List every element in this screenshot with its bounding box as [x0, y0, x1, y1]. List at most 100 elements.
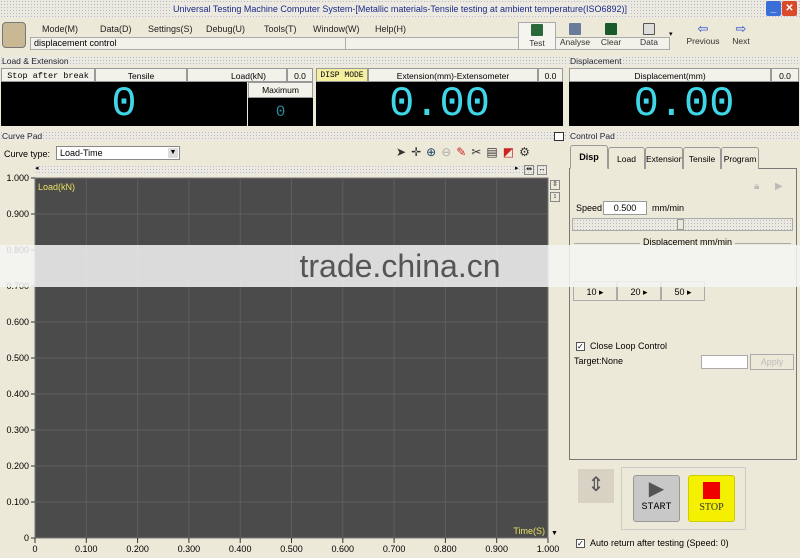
chart-toolbar: ➤✛⊕⊖✎✂▤◩⚙	[396, 145, 535, 159]
disp-mode-badge[interactable]: DISP MODE	[316, 68, 368, 82]
crosshair-icon[interactable]: ✛	[411, 145, 426, 159]
x-tick-label: 0.800	[434, 544, 457, 554]
load-time-chart: 0 0.100 0.200 0.300 0.400 0.500 0.600 0.700 0.80…	[6, 173, 560, 554]
x-axis-label: Time(S)	[513, 526, 545, 536]
displacement-display: 0.00	[569, 82, 799, 126]
extension-display: 0.00	[316, 82, 563, 126]
y-tick-label: 0	[24, 533, 29, 543]
pen-icon[interactable]: ✎	[456, 145, 471, 159]
arrow-left-icon: ⇦	[697, 21, 709, 36]
target-label: Target:None	[574, 356, 624, 366]
curve-type-label: Curve type:	[4, 149, 51, 159]
x-tick-label: 0.600	[332, 544, 355, 554]
menu-tools[interactable]: Tools(T)	[264, 22, 297, 36]
x-tick-label: 0.700	[383, 544, 406, 554]
jog-updown-button[interactable]: ⇕	[578, 469, 614, 503]
auto-return-label: Auto return after testing (Speed: 0)	[590, 538, 729, 548]
displacement-small-value: 0.0	[771, 68, 799, 82]
chart-icon[interactable]: ◩	[503, 145, 519, 159]
menu-help[interactable]: Help(H)	[375, 22, 406, 36]
print-icon[interactable]: ▤	[486, 145, 502, 159]
x-tick-label: 0.100	[75, 544, 98, 554]
app-logo-icon	[2, 22, 26, 48]
zoom-in-icon[interactable]: ⊕	[426, 145, 441, 159]
maximum-display: 0	[248, 98, 313, 126]
title-bar: Universal Testing Machine Computer Syste…	[0, 0, 800, 18]
auto-return-checkbox[interactable]: ✓	[576, 539, 585, 548]
y-tick-label: 0.500	[6, 353, 29, 363]
minimize-button[interactable]: _	[766, 1, 781, 16]
target-input[interactable]	[701, 355, 748, 369]
analyse-button[interactable]: Analyse	[556, 22, 594, 50]
y-tick-label: 0.100	[6, 497, 29, 507]
data-button[interactable]: Data	[630, 22, 668, 50]
cut-icon[interactable]: ✂	[471, 145, 486, 159]
menu-debug[interactable]: Debug(U)	[206, 22, 245, 36]
menu-settings[interactable]: Settings(S)	[148, 22, 193, 36]
maximum-label: Maximum	[248, 82, 313, 98]
stop-button[interactable]: STOP	[688, 475, 735, 522]
close-button[interactable]: ✕	[782, 1, 797, 16]
y-axis-label: Load(kN)	[38, 182, 75, 192]
data-dropdown-icon[interactable]: ▾	[669, 30, 673, 38]
x-tick-label: 0.300	[178, 544, 201, 554]
x-tick-label: 0.900	[485, 544, 508, 554]
pointer-icon[interactable]: ➤	[396, 145, 411, 159]
curve-type-select[interactable]: Load-Time ▼	[56, 146, 180, 160]
divider	[345, 37, 346, 50]
menu-window[interactable]: Window(W)	[313, 22, 360, 36]
clear-icon	[605, 23, 617, 35]
start-button[interactable]: ▶ START	[633, 475, 680, 522]
y-tick-label: 0.900	[6, 209, 29, 219]
chevron-down-icon: ▼	[168, 148, 178, 158]
speed-label: Speed	[576, 203, 603, 213]
arrow-right-icon: ⇨	[735, 21, 747, 36]
test-icon	[531, 24, 543, 36]
stop-icon	[703, 482, 720, 499]
tab-program[interactable]: Program	[721, 147, 759, 169]
settings-icon[interactable]: ⚙	[519, 145, 535, 159]
analyse-icon	[569, 23, 581, 35]
speed-slider[interactable]	[572, 218, 793, 231]
play-small-icon[interactable]: ▶	[775, 181, 783, 192]
maximize-pane-icon[interactable]	[554, 132, 564, 141]
stop-after-break-button[interactable]: Stop after break	[1, 68, 95, 82]
menu-mode[interactable]: Mode(M)	[42, 22, 78, 36]
y-tick-label: 0.200	[6, 461, 29, 471]
extension-small-value: 0.0	[538, 68, 563, 82]
tensile-label[interactable]: Tensile	[95, 68, 187, 82]
displacement-header: Displacement	[568, 56, 800, 66]
load-extension-header: Load & Extension	[0, 56, 566, 66]
menu-data[interactable]: Data(D)	[100, 22, 132, 36]
previous-button[interactable]: ⇦ Previous	[684, 22, 722, 50]
load-unit-label: Load(kN)	[187, 68, 287, 82]
tab-disp[interactable]: Disp	[570, 145, 608, 169]
y-tick-label: 0.300	[6, 425, 29, 435]
x-tick-label: 0.200	[126, 544, 149, 554]
x-tick-label: 0.400	[229, 544, 252, 554]
tab-tensile[interactable]: Tensile	[683, 147, 721, 169]
speed-input[interactable]: 0.500	[603, 201, 647, 215]
lock-icon[interactable]: 🔒︎	[754, 181, 759, 192]
speed-unit: mm/min	[652, 203, 684, 213]
x-tick-label: 1.000	[537, 544, 560, 554]
y-tick-label: 1.000	[6, 173, 29, 183]
close-loop-checkbox[interactable]: ✓	[576, 342, 585, 351]
slider-thumb[interactable]	[677, 219, 684, 230]
clear-button[interactable]: Clear	[592, 22, 630, 50]
x-tick-label: 0.500	[280, 544, 303, 554]
x-tick-label: 0	[32, 544, 37, 554]
load-display: 0	[1, 82, 247, 126]
play-icon: ▶	[648, 478, 665, 500]
y-tick-label: 0.400	[6, 389, 29, 399]
watermark: trade.china.cn	[0, 245, 800, 287]
test-button[interactable]: Test	[518, 22, 556, 50]
clipboard-icon	[643, 23, 655, 35]
y-tick-label: 0.600	[6, 317, 29, 327]
zoom-out-icon[interactable]: ⊖	[441, 145, 456, 159]
apply-button[interactable]: Apply	[750, 354, 794, 370]
tab-extension[interactable]: Extension	[645, 147, 683, 169]
tab-load[interactable]: Load	[608, 147, 645, 169]
control-pad-header: Control Pad	[568, 131, 800, 141]
next-button[interactable]: ⇨ Next	[722, 22, 760, 50]
